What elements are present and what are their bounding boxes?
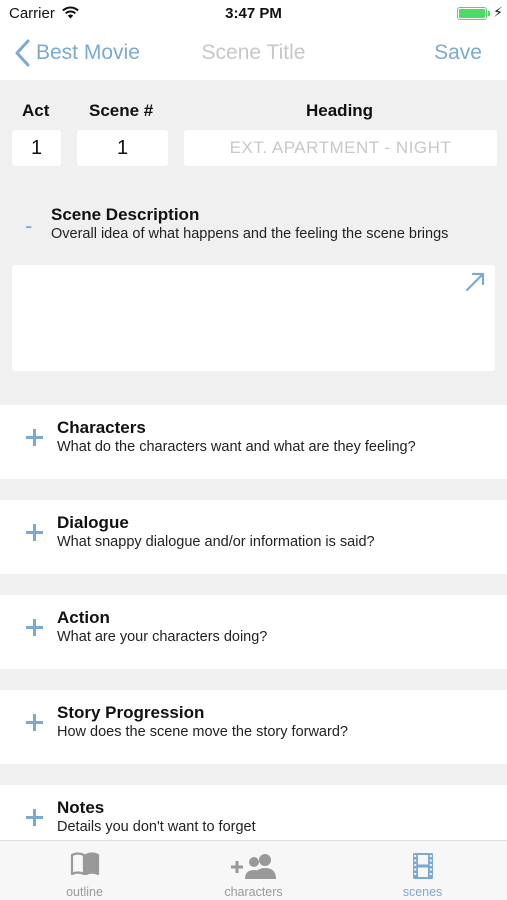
plus-icon [26, 714, 43, 731]
navigation-bar: Best Movie Scene Title Save [0, 28, 507, 80]
battery-icon [457, 7, 487, 20]
heading-field[interactable]: EXT. APARTMENT - NIGHT [184, 130, 497, 166]
section-title: Story Progression [57, 703, 205, 722]
tab-scenes[interactable]: scenes [338, 841, 507, 900]
save-button[interactable]: Save [434, 41, 482, 65]
collapse-toggle[interactable]: - [25, 213, 32, 239]
section-story-progression[interactable]: Story Progression How does the scene mov… [0, 690, 507, 764]
plus-icon [26, 619, 43, 636]
tab-label: scenes [402, 885, 443, 899]
add-people-icon [230, 854, 276, 879]
scene-number-field[interactable]: 1 [77, 130, 168, 166]
charging-bolt-icon: ⚡ [493, 4, 503, 20]
act-label: Act [22, 101, 50, 120]
section-title: Dialogue [57, 513, 129, 532]
act-field[interactable]: 1 [12, 130, 61, 166]
tab-bar: outline characters scenes [0, 840, 507, 900]
book-icon [70, 852, 99, 876]
section-dialogue[interactable]: Dialogue What snappy dialogue and/or inf… [0, 500, 507, 574]
scene-description-textarea[interactable] [12, 265, 495, 371]
section-title: Notes [57, 798, 105, 817]
section-title: Characters [57, 418, 146, 437]
plus-icon [26, 524, 43, 541]
section-subtitle: What are your characters doing? [57, 629, 268, 645]
scene-header: Act Scene # Heading 1 1 EXT. APARTMENT -… [0, 80, 507, 180]
tab-characters[interactable]: characters [169, 841, 338, 900]
section-subtitle: Details you don't want to forget [57, 819, 256, 835]
scene-description-subtitle: Overall idea of what happens and the fee… [51, 226, 449, 242]
heading-label: Heading [306, 101, 374, 120]
section-characters[interactable]: Characters What do the characters want a… [0, 405, 507, 479]
film-strip-icon [412, 853, 433, 879]
tab-label: characters [224, 885, 283, 899]
section-title: Action [57, 608, 110, 627]
status-bar: Carrier 3:47 PM ⚡ [0, 0, 507, 28]
section-subtitle: How does the scene move the story forwar… [57, 724, 348, 740]
tab-outline[interactable]: outline [0, 841, 169, 900]
section-subtitle: What snappy dialogue and/or information … [57, 534, 375, 550]
scene-title[interactable]: Scene Title [0, 41, 507, 65]
scene-description-title: Scene Description [51, 205, 200, 224]
plus-icon [26, 809, 43, 826]
expand-icon[interactable] [464, 271, 486, 293]
section-subtitle: What do the characters want and what are… [57, 439, 416, 455]
clock: 3:47 PM [225, 5, 282, 22]
tab-label: outline [66, 885, 103, 899]
section-action[interactable]: Action What are your characters doing? [0, 595, 507, 669]
plus-icon [26, 429, 43, 446]
scene-number-label: Scene # [89, 101, 154, 120]
